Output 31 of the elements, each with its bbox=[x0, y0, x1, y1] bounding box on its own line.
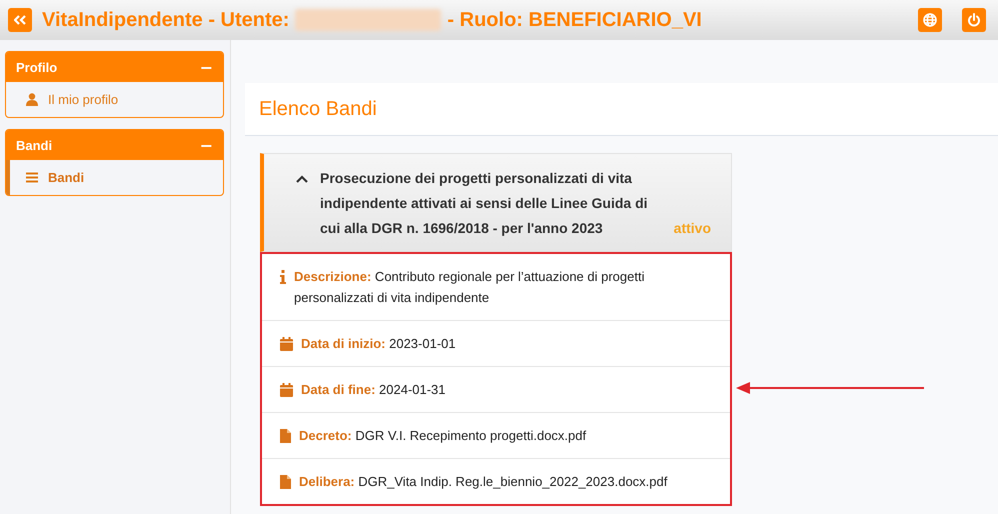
status-label: attivo bbox=[674, 219, 711, 238]
sidebar-item[interactable]: Il mio profilo bbox=[6, 82, 223, 117]
logout-button[interactable] bbox=[962, 8, 986, 32]
globe-icon bbox=[923, 13, 937, 27]
bando-header[interactable]: Prosecuzione dei progetti personalizzati di vita indipendente attivati ai sensi delle Linee Guida di cui alla DGR n. 1696/2018 - per l'anno 2023 attivo bbox=[260, 153, 732, 252]
double-chevron-icon bbox=[14, 15, 26, 25]
power-icon bbox=[967, 13, 981, 27]
panel-title: Bandi bbox=[16, 138, 52, 152]
detail-text: Descrizione: Contributo regionale per l’attuazione di progetti personalizzati di vita indipendente bbox=[294, 268, 646, 307]
list-icon bbox=[26, 172, 38, 183]
app-title: VitaIndipendente - Utente: bbox=[42, 8, 290, 32]
collapse-toggle[interactable]: − bbox=[200, 136, 213, 154]
calendar-icon bbox=[280, 383, 293, 397]
user-role: - Ruolo: BENEFICIARIO_VI bbox=[447, 8, 702, 32]
page-title: Elenco Bandi bbox=[259, 98, 377, 120]
language-button[interactable] bbox=[918, 8, 942, 32]
info-icon bbox=[280, 270, 286, 284]
collapse-sidebar-button[interactable] bbox=[8, 8, 32, 32]
panel-title: Profilo bbox=[16, 60, 58, 74]
collapse-toggle[interactable]: − bbox=[200, 58, 213, 76]
detail-text: Data di fine: 2024-01-31 bbox=[301, 381, 446, 399]
sidebar-item[interactable]: Bandi bbox=[6, 160, 223, 195]
calendar-icon bbox=[280, 337, 293, 351]
detail-text: Decreto: DGR V.I. Recepimento progetti.docx.pdf bbox=[299, 427, 586, 445]
detail-text: Delibera: DGR_Vita Indip. Reg.le_biennio_2022_2023.docx.pdf bbox=[299, 473, 668, 491]
user-icon bbox=[26, 93, 38, 106]
file-icon bbox=[280, 429, 291, 443]
file-icon bbox=[280, 475, 291, 489]
chevron-up-icon bbox=[296, 175, 308, 183]
bando-title: Prosecuzione dei progetti personalizzati di vita indipendente attivati ai sensi delle Linee Guida di cui alla DGR n. 1696/2018 - per l'anno 2023 bbox=[320, 169, 649, 238]
detail-text: Data di inizio: 2023-01-01 bbox=[301, 335, 456, 353]
